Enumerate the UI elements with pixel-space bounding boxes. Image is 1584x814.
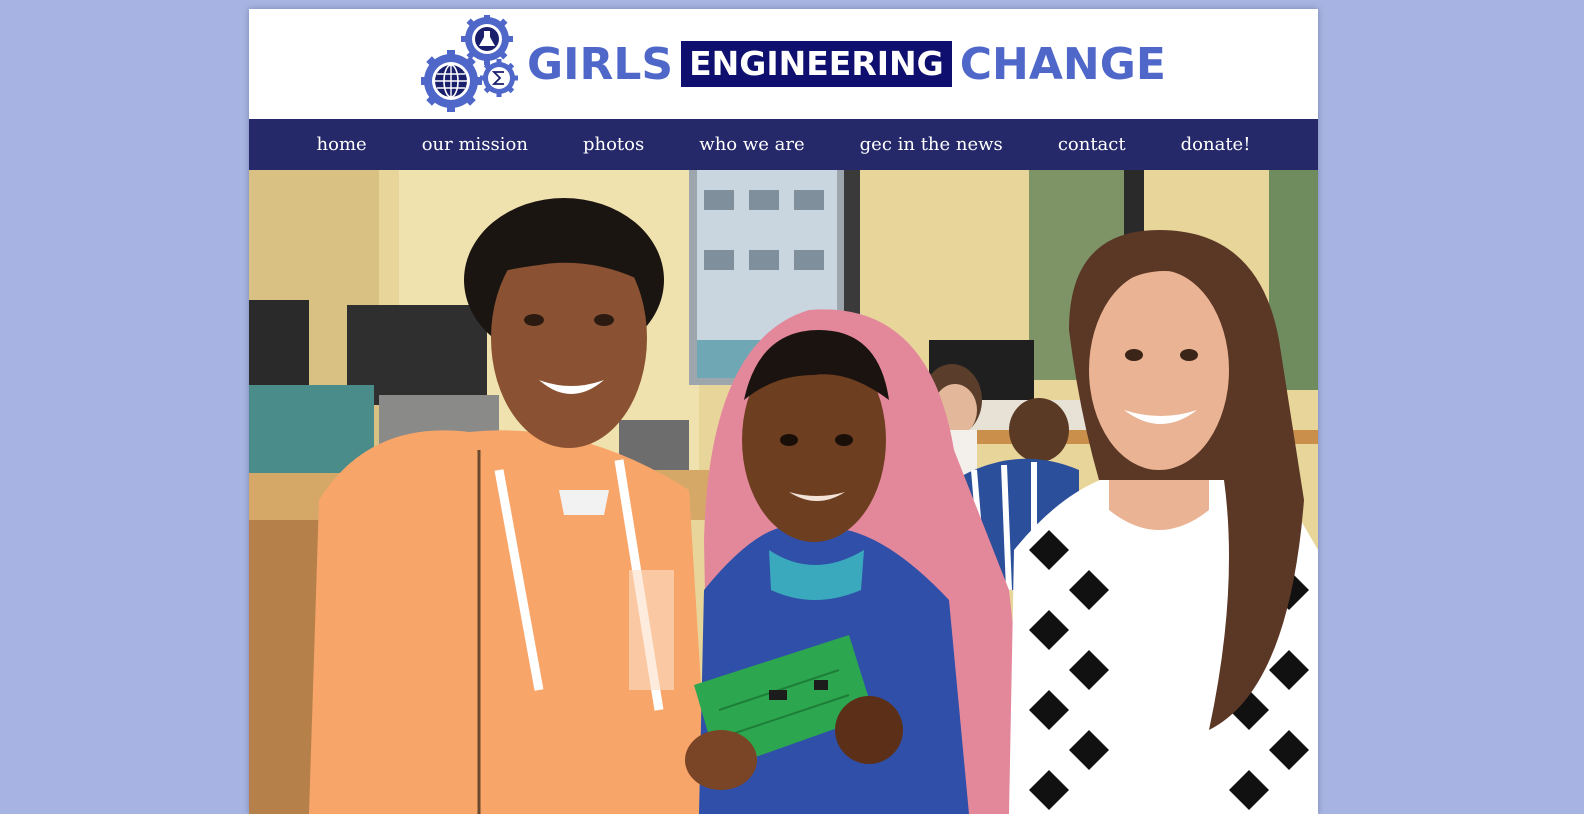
- site-header: GIRLS ENGINEERING CHANGE: [249, 9, 1318, 119]
- wordmark-engineering: ENGINEERING: [681, 41, 952, 87]
- globe-icon: [421, 50, 482, 112]
- nav-donate[interactable]: donate!: [1181, 134, 1251, 155]
- main-nav: home our mission photos who we are gec i…: [249, 119, 1318, 170]
- nav-home[interactable]: home: [317, 134, 367, 155]
- sigma-icon: [480, 59, 518, 97]
- hero-photo-illustration: [249, 170, 1318, 814]
- nav-our-mission[interactable]: our mission: [422, 134, 528, 155]
- site-logo[interactable]: GIRLS ENGINEERING CHANGE: [421, 15, 1166, 113]
- page-container: GIRLS ENGINEERING CHANGE home our missio…: [249, 9, 1318, 814]
- wordmark-change: CHANGE: [959, 38, 1166, 90]
- flask-icon: [461, 15, 513, 65]
- hero-photo: [249, 170, 1318, 814]
- nav-who-we-are[interactable]: who we are: [699, 134, 804, 155]
- nav-photos[interactable]: photos: [583, 134, 644, 155]
- gears-logo-icon: [421, 15, 518, 112]
- nav-gec-in-the-news[interactable]: gec in the news: [860, 134, 1003, 155]
- site-wordmark: GIRLS ENGINEERING CHANGE: [527, 39, 1166, 90]
- wordmark-girls: GIRLS: [527, 38, 674, 90]
- nav-contact[interactable]: contact: [1058, 134, 1126, 155]
